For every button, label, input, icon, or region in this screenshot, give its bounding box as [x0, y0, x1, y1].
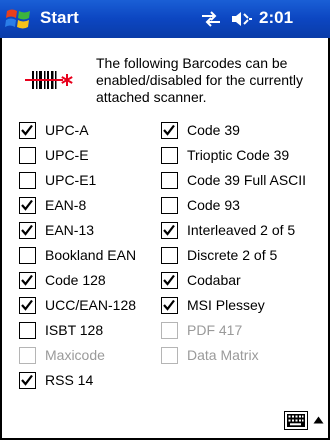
clock[interactable]: 2:01 — [259, 8, 293, 28]
option-label: Code 39 — [187, 122, 240, 138]
option-data-matrix: Data Matrix — [161, 344, 259, 366]
option-maxicode: Maxicode — [19, 344, 105, 366]
option-rss-14[interactable]: RSS 14 — [19, 369, 93, 391]
checkbox[interactable] — [19, 321, 36, 339]
option-label: MSI Plessey — [187, 297, 265, 313]
checkbox[interactable] — [19, 121, 36, 139]
checkbox[interactable] — [161, 146, 178, 164]
option-label: PDF 417 — [187, 322, 243, 338]
checkbox[interactable] — [19, 271, 36, 289]
checkbox[interactable] — [19, 296, 36, 314]
option-ean-13[interactable]: EAN-13 — [19, 219, 94, 241]
option-label: UPC-A — [45, 122, 89, 138]
input-panel-button[interactable] — [281, 404, 329, 438]
option-label: UCC/EAN-128 — [45, 297, 137, 313]
connectivity-sync-icon[interactable] — [200, 10, 222, 28]
option-code-39-full-ascii[interactable]: Code 39 Full ASCII — [161, 169, 306, 191]
option-pdf-417: PDF 417 — [161, 319, 242, 341]
checkbox[interactable] — [19, 371, 36, 389]
barcode-icon — [25, 71, 73, 89]
option-label: EAN-8 — [45, 197, 87, 213]
checkbox[interactable] — [19, 196, 36, 214]
option-code-93[interactable]: Code 93 — [161, 194, 240, 216]
option-label: Codabar — [187, 272, 241, 288]
option-label: Trioptic Code 39 — [187, 147, 290, 163]
checkmark-icon — [163, 124, 175, 136]
option-label: ISBT 128 — [45, 322, 104, 338]
option-upc-e1[interactable]: UPC-E1 — [19, 169, 96, 191]
option-bookland-ean[interactable]: Bookland EAN — [19, 244, 136, 266]
checkmark-icon — [21, 274, 33, 286]
option-codabar[interactable]: Codabar — [161, 269, 241, 291]
option-label: UPC-E1 — [45, 172, 97, 188]
checkbox — [19, 346, 36, 364]
checkmark-icon — [163, 274, 175, 286]
checkbox[interactable] — [161, 196, 178, 214]
windows-flag-icon[interactable] — [4, 5, 32, 33]
option-msi-plessey[interactable]: MSI Plessey — [161, 294, 265, 316]
checkmark-icon — [163, 224, 175, 236]
option-code-128[interactable]: Code 128 — [19, 269, 106, 291]
option-ean-8[interactable]: EAN-8 — [19, 194, 86, 216]
option-label: Discrete 2 of 5 — [187, 247, 278, 263]
option-label: Maxicode — [45, 347, 105, 363]
checkmark-icon — [21, 224, 33, 236]
option-isbt-128[interactable]: ISBT 128 — [19, 319, 103, 341]
checkbox[interactable] — [161, 246, 178, 264]
checkbox — [161, 346, 178, 364]
checkbox[interactable] — [161, 271, 178, 289]
checkbox — [161, 321, 178, 339]
option-label: Code 39 Full ASCII — [187, 172, 307, 188]
option-label: Bookland EAN — [45, 247, 137, 263]
option-code-39[interactable]: Code 39 — [161, 119, 240, 141]
start-menu-button[interactable]: Start — [40, 8, 79, 28]
option-upc-e[interactable]: UPC-E — [19, 144, 89, 166]
option-interleaved-2-of-5[interactable]: Interleaved 2 of 5 — [161, 219, 295, 241]
option-label: Data Matrix — [187, 347, 259, 363]
arrow-up-icon[interactable] — [313, 416, 324, 424]
checkmark-icon — [163, 299, 175, 311]
option-label: RSS 14 — [45, 372, 94, 388]
checkbox[interactable] — [19, 246, 36, 264]
option-upc-a[interactable]: UPC-A — [19, 119, 89, 141]
checkbox[interactable] — [161, 221, 178, 239]
checkbox[interactable] — [19, 221, 36, 239]
option-discrete-2-of-5[interactable]: Discrete 2 of 5 — [161, 244, 277, 266]
checkmark-icon — [21, 124, 33, 136]
checkmark-icon — [21, 299, 33, 311]
checkbox[interactable] — [19, 171, 36, 189]
checkbox[interactable] — [161, 171, 178, 189]
option-ucc-ean-128[interactable]: UCC/EAN-128 — [19, 294, 136, 316]
title-bar: Start 2:01 — [0, 0, 330, 38]
keyboard-icon[interactable] — [284, 411, 308, 430]
option-label: Interleaved 2 of 5 — [187, 222, 296, 238]
checkbox[interactable] — [161, 121, 178, 139]
speaker-icon[interactable] — [230, 9, 254, 29]
option-label: UPC-E — [45, 147, 89, 163]
checkbox[interactable] — [19, 146, 36, 164]
option-label: Code 93 — [187, 197, 240, 213]
checkmark-icon — [21, 199, 33, 211]
option-label: Code 128 — [45, 272, 106, 288]
checkmark-icon — [21, 374, 33, 386]
option-label: EAN-13 — [45, 222, 95, 238]
checkbox[interactable] — [161, 296, 178, 314]
intro-text: The following Barcodes can be enabled/di… — [96, 55, 304, 105]
option-trioptic-code-39[interactable]: Trioptic Code 39 — [161, 144, 289, 166]
